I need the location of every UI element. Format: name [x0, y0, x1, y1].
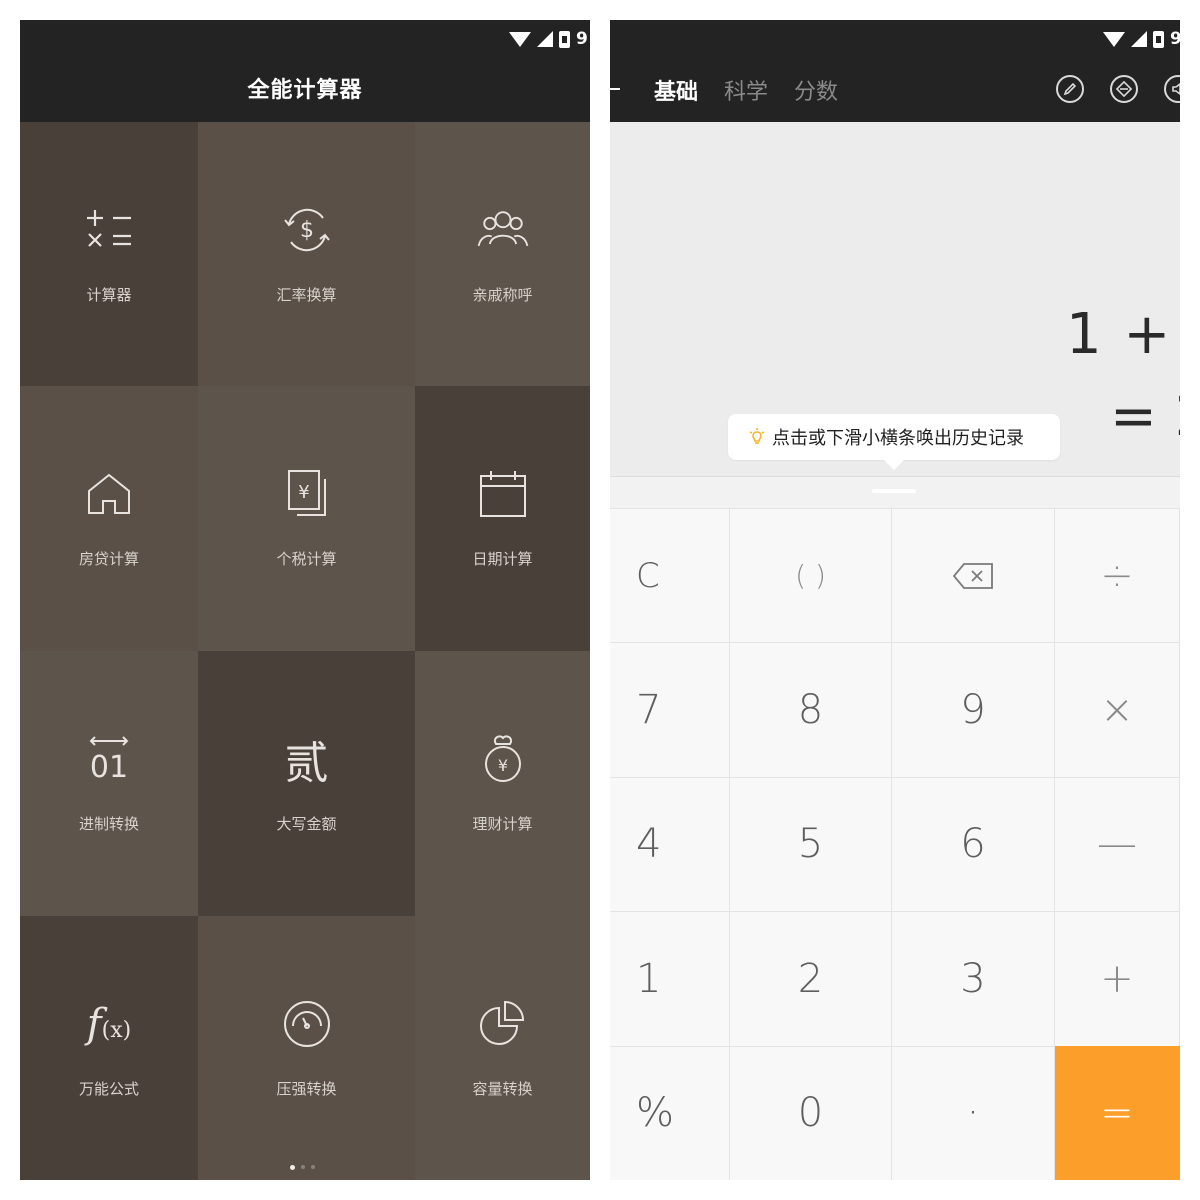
key-backspace[interactable] [892, 508, 1055, 643]
history-tip[interactable]: 点击或下滑小横条唤出历史记录 [728, 414, 1060, 470]
history-tip-text: 点击或下滑小横条唤出历史记录 [772, 428, 1024, 449]
tile-label: 亲戚称呼 [472, 286, 533, 304]
tab-fraction[interactable]: 分数 [794, 74, 838, 106]
chinese-numeral-icon: 贰 [284, 738, 329, 789]
theme-icon[interactable] [1110, 75, 1138, 103]
tile-calculator[interactable]: 计算器 [20, 122, 198, 386]
key-4[interactable]: 4 [610, 776, 730, 912]
key-3[interactable]: 3 [892, 911, 1055, 1046]
svg-text:01: 01 [90, 750, 128, 785]
key-6[interactable]: 6 [892, 776, 1055, 912]
tile-income-tax[interactable]: ¥ 个税计算 [198, 386, 415, 651]
key-7[interactable]: 7 [610, 642, 730, 777]
tile-date[interactable]: 日期计算 [415, 386, 590, 651]
pen-icon[interactable] [1056, 75, 1084, 103]
tax-document-icon: ¥ [277, 464, 337, 524]
signal-icon [1131, 31, 1147, 47]
pie-chart-icon [473, 994, 533, 1054]
currency-exchange-icon: $ [277, 200, 337, 260]
backspace-icon [952, 562, 993, 589]
battery-icon [1153, 30, 1164, 48]
tool-grid: 计算器 $ 汇率换算 亲戚称呼 房贷计算 ¥ 个税计算 日期计算 01 进制转换… [20, 122, 590, 1180]
app-bar: 9 全能计算器 [20, 20, 590, 122]
history-drawer-handle[interactable] [872, 489, 916, 493]
tile-label: 容量转换 [472, 1080, 533, 1098]
toolbar-icons [1056, 75, 1180, 103]
house-icon [79, 464, 139, 524]
key-1[interactable]: 1 [610, 911, 730, 1046]
relatives-icon [473, 200, 533, 260]
tools-home-screen: 9 全能计算器 计算器 $ 汇率换算 亲戚称呼 房贷计算 ¥ 个税计算 日期计算… [20, 20, 590, 1180]
key-9[interactable]: 9 [892, 642, 1055, 777]
tile-label: 房贷计算 [78, 550, 139, 568]
tile-currency-exchange[interactable]: $ 汇率换算 [198, 122, 415, 386]
result-text: = 2 [1110, 384, 1180, 449]
app-bar: 9: 基础 科学 分数 [610, 20, 1180, 122]
history-drawer-handle-area[interactable] [610, 476, 1180, 508]
page-dot [311, 1165, 315, 1169]
tile-label: 汇率换算 [276, 286, 337, 304]
function-icon: f(x) [86, 1001, 132, 1047]
page-dot-active [290, 1165, 295, 1170]
tile-label: 个税计算 [276, 550, 337, 568]
binary-icon: 01 [79, 729, 139, 789]
back-indicator[interactable] [610, 88, 620, 90]
status-clock: 9 [576, 29, 588, 49]
key-decimal[interactable]: · [892, 1045, 1055, 1180]
tab-basic[interactable]: 基础 [654, 74, 698, 106]
calendar-icon [473, 464, 533, 524]
key-divide[interactable]: ÷ [1055, 508, 1180, 643]
key-8[interactable]: 8 [730, 642, 892, 777]
tile-capacity[interactable]: 容量转换 [415, 916, 590, 1180]
tile-label: 大写金额 [276, 815, 337, 833]
tile-label: 计算器 [86, 286, 132, 304]
key-percent[interactable]: % [610, 1045, 730, 1180]
status-bar: 9 [509, 26, 590, 52]
key-subtract[interactable]: — [1055, 776, 1180, 912]
key-clear[interactable]: C [610, 508, 730, 643]
page-dot [301, 1165, 305, 1169]
tile-mortgage[interactable]: 房贷计算 [20, 386, 198, 651]
tile-finance[interactable]: ¥ 理财计算 [415, 651, 590, 916]
key-2[interactable]: 2 [730, 911, 892, 1046]
lightbulb-icon [749, 428, 765, 444]
key-equals[interactable]: = [1055, 1045, 1180, 1180]
status-clock: 9: [1170, 29, 1180, 49]
tile-label: 压强转换 [276, 1080, 337, 1098]
tile-label: 万能公式 [78, 1080, 139, 1098]
key-parentheses[interactable]: ( ) [730, 508, 892, 643]
tile-radix-conversion[interactable]: 01 进制转换 [20, 651, 198, 916]
app-title: 全能计算器 [247, 78, 363, 103]
tile-capital-amount[interactable]: 贰 大写金额 [198, 651, 415, 916]
key-add[interactable]: + [1055, 911, 1180, 1046]
signal-icon [537, 31, 553, 47]
tile-label: 理财计算 [472, 815, 533, 833]
tile-label: 进制转换 [78, 815, 139, 833]
expression-text: 1 + 1 [1066, 302, 1180, 367]
keypad: C ( ) ÷ 7 8 9 × 4 5 6 — 1 2 3 + % 0 · = [610, 508, 1180, 1180]
calculator-icon [79, 200, 139, 260]
money-bag-icon: ¥ [473, 729, 533, 789]
key-0[interactable]: 0 [730, 1045, 892, 1180]
svg-text:¥: ¥ [298, 482, 309, 503]
tab-scientific[interactable]: 科学 [724, 74, 768, 106]
sound-icon[interactable] [1164, 75, 1180, 103]
wifi-icon [509, 31, 531, 47]
tile-relatives[interactable]: 亲戚称呼 [415, 122, 590, 386]
tile-label: 日期计算 [472, 550, 533, 568]
battery-icon [559, 30, 570, 48]
tile-formula[interactable]: f(x) 万能公式 [20, 916, 198, 1180]
page-indicator [290, 1165, 315, 1170]
status-bar: 9: [1103, 26, 1180, 52]
pressure-gauge-icon [277, 994, 337, 1054]
calculator-screen: 9: 基础 科学 分数 1 + 1 = 2 点击或下 [610, 20, 1180, 1180]
tile-pressure[interactable]: 压强转换 [198, 916, 415, 1180]
wifi-icon [1103, 31, 1125, 47]
key-multiply[interactable]: × [1055, 642, 1180, 777]
svg-text:¥: ¥ [497, 756, 507, 775]
mode-tabs: 基础 科学 分数 [654, 74, 838, 106]
svg-text:$: $ [300, 218, 314, 243]
key-5[interactable]: 5 [730, 776, 892, 912]
